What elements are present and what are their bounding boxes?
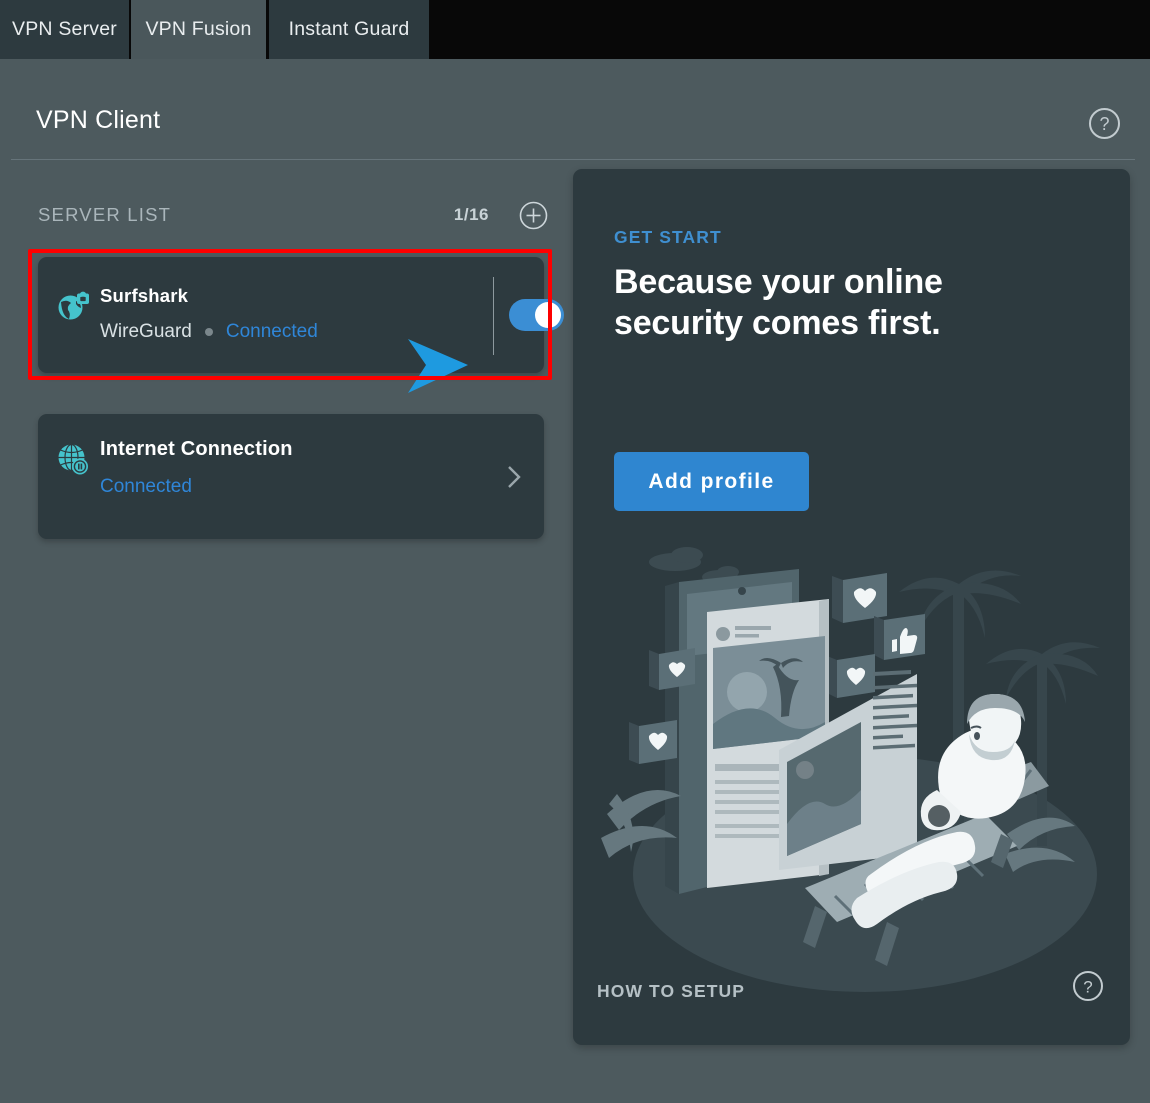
server-card-title: Internet Connection	[100, 438, 293, 461]
promo-panel: GET START Because your online security c…	[573, 169, 1130, 1045]
server-list-header: SERVER LIST 1/16	[38, 200, 548, 230]
svg-text:?: ?	[1083, 978, 1092, 997]
promo-heading: Because your online security comes first…	[614, 262, 1034, 345]
protocol-label: WireGuard	[100, 321, 192, 343]
server-card-subtitle: WireGuard Connected	[100, 321, 318, 343]
server-card-subtitle: Connected	[100, 476, 192, 498]
add-profile-button[interactable]: Add profile	[614, 452, 809, 511]
page-title: VPN Client	[36, 106, 160, 135]
tab-instant-guard[interactable]: Instant Guard	[269, 0, 429, 59]
tab-bar: VPN Server VPN Fusion Instant Guard	[0, 0, 1150, 59]
server-card-internet-connection[interactable]: Internet Connection Connected	[38, 414, 544, 539]
promo-eyebrow: GET START	[614, 227, 722, 248]
server-card-surfshark[interactable]: Surfshark WireGuard Connected	[38, 257, 544, 373]
vpn-enable-toggle[interactable]	[509, 299, 564, 331]
help-circle-icon[interactable]: ?	[1088, 107, 1121, 140]
globe-lock-icon	[56, 289, 90, 323]
help-circle-icon[interactable]: ?	[1072, 970, 1104, 1002]
title-divider	[11, 159, 1135, 160]
separator-dot	[205, 328, 213, 336]
server-list-count: 1/16	[454, 205, 489, 225]
svg-text:?: ?	[1099, 114, 1109, 134]
server-list-label: SERVER LIST	[38, 204, 454, 226]
status-label: Connected	[100, 476, 192, 498]
globe-info-icon	[56, 442, 90, 476]
promo-illustration	[587, 524, 1127, 994]
status-label: Connected	[226, 321, 318, 343]
chevron-right-icon[interactable]	[506, 464, 522, 490]
main-content: VPN Client ? SERVER LIST 1/16	[0, 59, 1150, 1103]
how-to-setup-label: HOW TO SETUP	[597, 981, 745, 1002]
server-card-title: Surfshark	[100, 285, 188, 307]
tab-vpn-fusion[interactable]: VPN Fusion	[131, 0, 266, 59]
tab-vpn-server[interactable]: VPN Server	[0, 0, 129, 59]
card-divider	[493, 277, 494, 355]
plus-circle-icon[interactable]	[519, 201, 548, 230]
